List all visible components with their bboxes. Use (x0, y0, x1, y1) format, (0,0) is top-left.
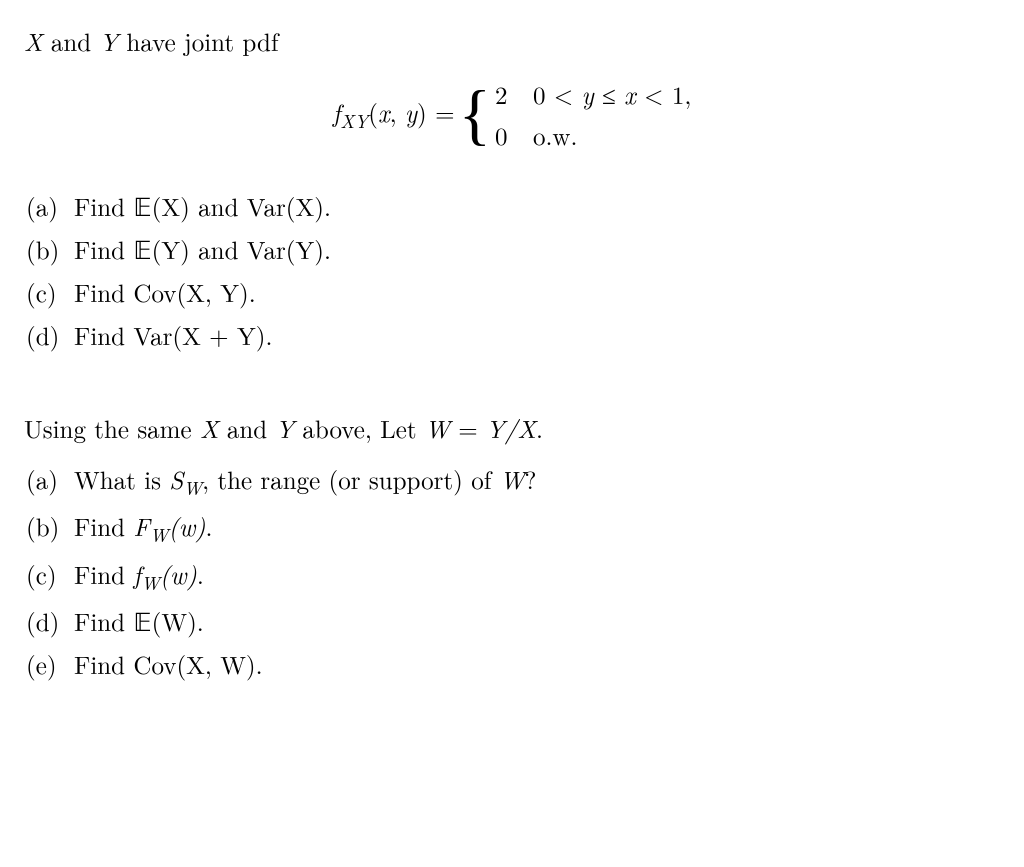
item-text: Find 𝔼(X) and Var(X). (74, 189, 331, 224)
case2-condition: o.w. (533, 118, 577, 153)
case1-value: 2 (495, 77, 515, 112)
problem-intro-2: Using the same X and Y above, Let W = Y/… (24, 411, 1000, 446)
item-text: Find 𝔼(W). (74, 604, 204, 639)
eq-args-close: ) (417, 95, 427, 130)
item-label: (b) (26, 232, 62, 267)
item-label: (d) (26, 318, 62, 353)
case2-value: 0 (495, 118, 515, 153)
case1-condition: 0 < y ≤ x < 1, (533, 77, 691, 112)
question-list-2: (a) What is SW, the range (or support) o… (24, 462, 1000, 682)
item-label: (c) (26, 275, 62, 310)
q1-b: (b) Find 𝔼(Y) and Var(Y). (24, 232, 1000, 267)
joint-pdf-equation: fXY(x, y) = { 2 0 < y ≤ x < 1, 0 o.w. (24, 77, 1000, 153)
intro-prefix: and (43, 24, 100, 59)
q1-c: (c) Find Cov(X, Y). (24, 275, 1000, 310)
q2-d: (d) Find 𝔼(W). (24, 604, 1000, 639)
cases: 2 0 < y ≤ x < 1, 0 o.w. (493, 77, 691, 153)
var-X: X (24, 24, 43, 59)
item-label: (e) (26, 647, 62, 682)
var-Y: Y (100, 24, 119, 59)
item-text: Find fW(w). (74, 557, 204, 596)
q2-c: (c) Find fW(w). (24, 557, 1000, 596)
item-text: Find Cov(X, Y). (74, 275, 256, 310)
q2-e: (e) Find Cov(X, W). (24, 647, 1000, 682)
item-text: Find Cov(X, W). (74, 647, 263, 682)
question-list-1: (a) Find 𝔼(X) and Var(X). (b) Find 𝔼(Y) … (24, 189, 1000, 353)
eq-equals: = (427, 95, 455, 130)
item-label: (d) (26, 604, 62, 639)
eq-arg-x: x (378, 95, 390, 130)
item-text: Find 𝔼(Y) and Var(Y). (74, 232, 331, 267)
eq-args-open: ( (368, 95, 378, 130)
eq-arg-sep: , (390, 95, 405, 130)
q2-b: (b) Find FW(w). (24, 509, 1000, 548)
item-text: What is SW, the range (or support) of W? (74, 462, 536, 501)
item-label: (b) (26, 509, 62, 548)
q2-a: (a) What is SW, the range (or support) o… (24, 462, 1000, 501)
item-text: Find Var(X + Y). (74, 318, 272, 353)
eq-arg-y: y (405, 95, 417, 130)
q1-a: (a) Find 𝔼(X) and Var(X). (24, 189, 1000, 224)
intro-suffix: have joint pdf (118, 24, 278, 59)
item-label: (a) (26, 462, 62, 501)
item-text: Find FW(w). (74, 509, 212, 548)
item-label: (c) (26, 557, 62, 596)
eq-sub: XY (340, 108, 368, 134)
problem-intro: X and Y have joint pdf (24, 24, 1000, 59)
brace-icon: { (455, 81, 493, 149)
q1-d: (d) Find Var(X + Y). (24, 318, 1000, 353)
case-2: 0 o.w. (495, 118, 691, 153)
case-1: 2 0 < y ≤ x < 1, (495, 77, 691, 112)
item-label: (a) (26, 189, 62, 224)
